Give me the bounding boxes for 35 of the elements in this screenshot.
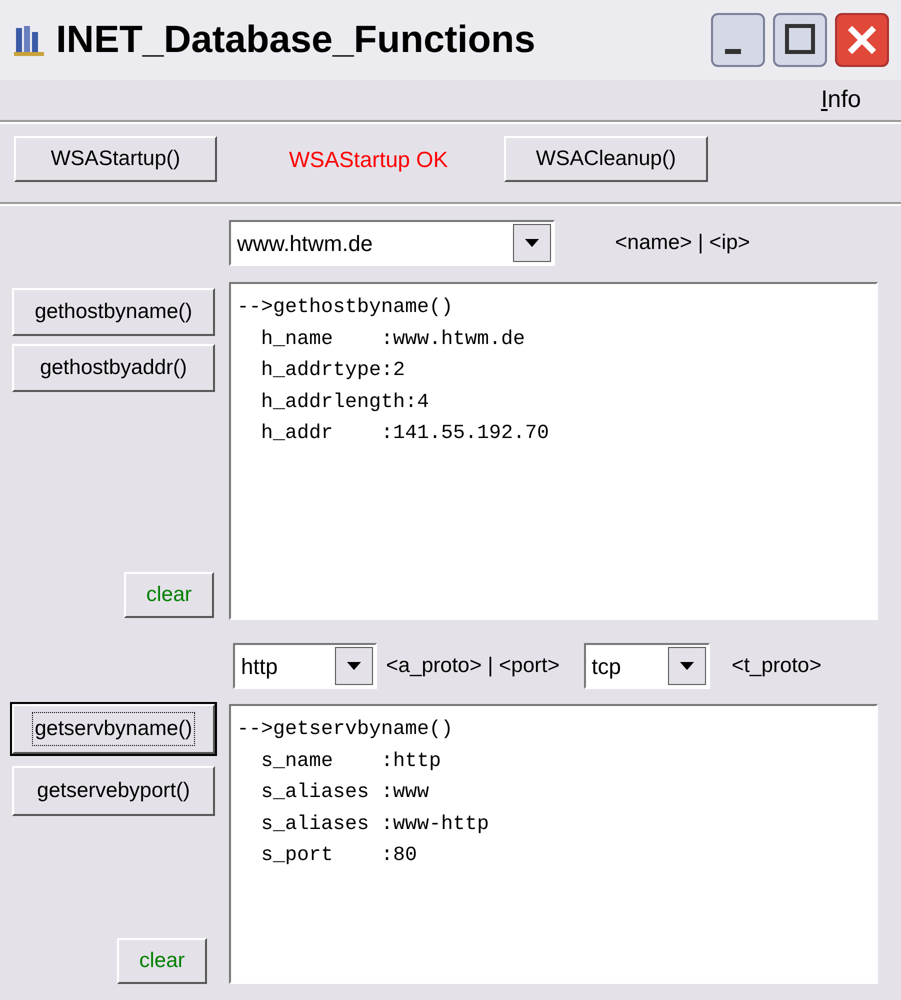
output-box[interactable]: -->gethostbyname() h_name :www.htwm.de h_addrtype:2 h_addrlength:4 h_addr :141.55.192.70 (229, 282, 878, 620)
protocol-combo[interactable]: tcp (584, 643, 710, 689)
hint-text: <name> | <ip> (615, 230, 750, 256)
clear-button[interactable]: clear (117, 938, 207, 984)
output-line: s_port :80 (260, 843, 418, 869)
close-icon[interactable] (835, 13, 889, 67)
service-combo[interactable]: http (233, 643, 377, 689)
output-line: h_name :www.htwm.de (260, 326, 526, 352)
lookup-button[interactable]: getservbyname() (12, 704, 215, 754)
minimize-icon[interactable] (711, 13, 765, 67)
dropdown-arrow-icon[interactable] (668, 647, 706, 685)
output-box[interactable]: -->getservbyname() s_name :http s_aliases :www s_aliases :www-http s_port :80 (229, 704, 878, 984)
window-title: INET_Database_Functions (56, 18, 536, 62)
maximize-icon[interactable] (773, 13, 827, 67)
status-text: WSAStartup OK (289, 146, 448, 174)
output-line: -->getservbyname() (237, 717, 454, 743)
output-line: h_addr :141.55.192.70 (260, 421, 550, 447)
output-line: h_addrlength:4 (260, 390, 430, 416)
output-line: -->gethostbyname() (237, 295, 454, 321)
output-line: s_name :http (260, 748, 442, 774)
lookup-button[interactable]: gethostbyaddr() (12, 344, 215, 392)
hint-text: <t_proto> (732, 653, 822, 680)
dropdown-arrow-icon[interactable] (335, 647, 373, 685)
host-combo[interactable]: www.htwm.de (229, 220, 555, 266)
clear-button[interactable]: clear (124, 572, 214, 618)
output-line: s_aliases :www-http (260, 812, 490, 838)
startup-button[interactable]: WSAStartup() (14, 136, 217, 182)
dropdown-arrow-icon[interactable] (513, 224, 551, 262)
cleanup-button[interactable]: WSACleanup() (504, 136, 708, 182)
menu-item[interactable]: Info (820, 82, 861, 118)
lookup-button[interactable]: gethostbyname() (12, 288, 215, 336)
output-line: s_aliases :www (260, 780, 430, 806)
lookup-button[interactable]: getservebyport() (12, 766, 215, 816)
output-line: h_addrtype:2 (260, 358, 406, 384)
hint-text: <a_proto> | <port> (386, 653, 560, 680)
